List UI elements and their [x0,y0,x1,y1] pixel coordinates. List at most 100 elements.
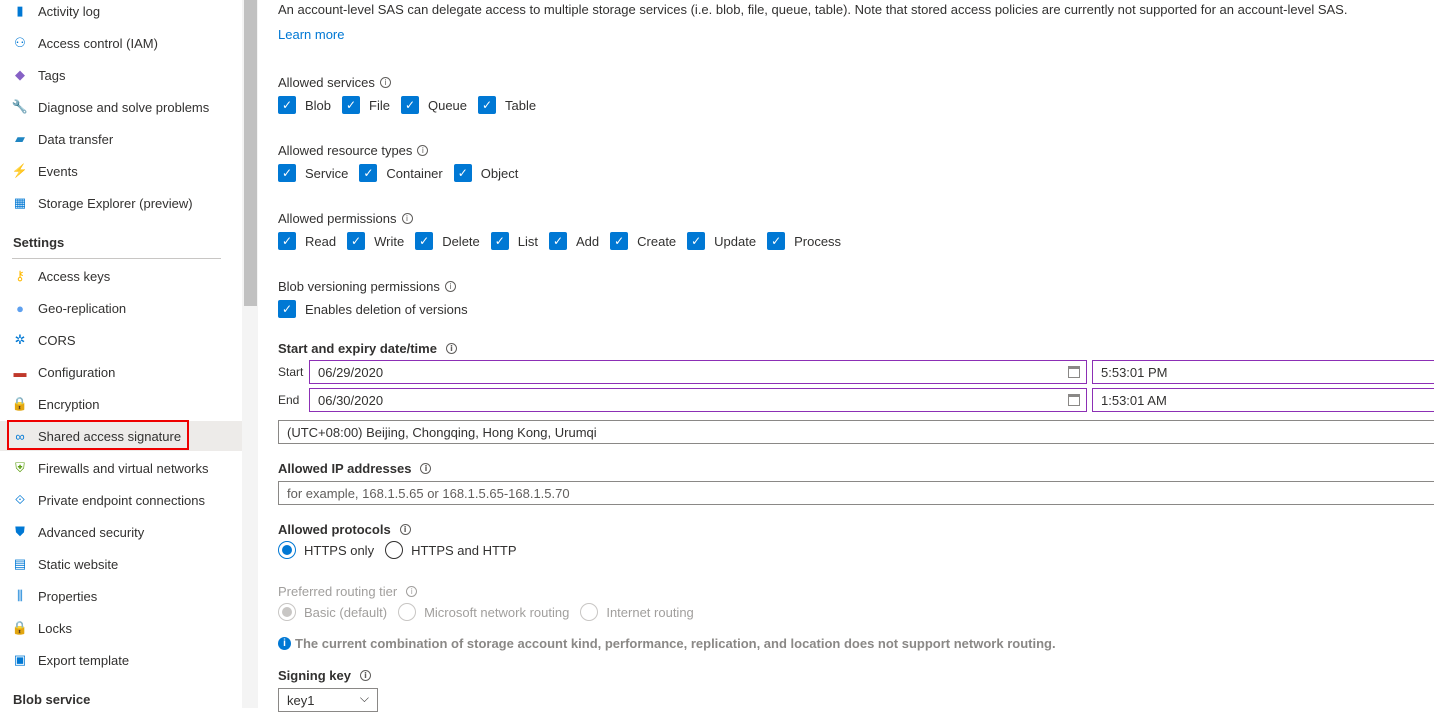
checkbox-enables-deletion-of-versions[interactable]: ✓ Enables deletion of versions [278,300,468,318]
checkbox-add[interactable]: ✓ Add [549,232,599,250]
intro-text: An account-level SAS can delegate access… [278,2,1348,17]
checkbox-table[interactable]: ✓ Table [478,96,536,114]
dates-label: Start and expiry date/time i [278,341,457,356]
checkbox-label: Add [576,233,600,249]
radio-microsoft-routing: Microsoft network routing [398,603,569,621]
info-icon[interactable]: i [399,524,411,535]
checkbox-label: Create [637,233,677,249]
ip-input[interactable]: for example, 168.1.5.65 or 168.1.5.65-16… [278,481,1434,505]
signing-key-dropdown[interactable]: key1 ⌵ [278,688,378,712]
checkmark-icon: ✓ [342,96,361,114]
checkbox-create[interactable]: ✓ Create [610,232,676,250]
checkmark-icon: ✓ [767,232,786,250]
endpoint-icon: ⟐ [14,492,26,507]
checkbox-delete[interactable]: ✓ Delete [415,232,480,250]
sidebar-item-storage-explorer-preview[interactable]: ▦ Storage Explorer (preview) [0,188,242,218]
sidebar-item-cors[interactable]: ✲ CORS [0,325,242,355]
sidebar-item-diagnose-and-solve-problems[interactable]: 🔧 Diagnose and solve problems [0,92,242,122]
export-icon: ▣ [13,652,27,667]
allowed-services-group: ✓ Blob ✓ File ✓ Queue ✓ Table [278,96,547,114]
info-icon[interactable]: i [417,145,429,156]
checkbox-label: Read [305,233,337,249]
sidebar-item-access-keys[interactable]: ⚷ Access keys [0,261,242,291]
info-icon[interactable]: i [420,463,432,474]
checkbox-write[interactable]: ✓ Write [347,232,404,250]
end-time-input[interactable]: 1:53:01 AM [1092,388,1434,412]
sidebar-item-label: Advanced security [38,524,145,540]
sidebar-item-access-control-iam[interactable]: ⚇ Access control (IAM) [0,28,242,58]
sidebar-item-activity-log[interactable]: ▮ Activity log [0,0,242,26]
shield-icon: ⛊ [15,524,25,539]
checkbox-container[interactable]: ✓ Container [359,164,443,182]
sidebar-item-encryption[interactable]: 🔒 Encryption [0,389,242,419]
versioning-label: Blob versioning permissions i [278,279,456,294]
sidebar-item-events[interactable]: ⚡ Events [0,156,242,186]
info-icon[interactable]: i [445,343,457,354]
checkmark-icon: ✓ [278,232,296,250]
lightning-icon: ⚡ [11,163,29,178]
checkmark-icon: ✓ [490,232,509,250]
sidebar-item-locks[interactable]: 🔒 Locks [0,613,242,643]
checkbox-label: Object [480,165,519,181]
scrollbar-thumb[interactable] [244,0,257,306]
wrench-icon: 🔧 [11,99,29,114]
sidebar-item-data-transfer[interactable]: ▰ Data transfer [0,124,242,154]
radio-https-and-http[interactable]: HTTPS and HTTP [385,541,517,559]
sidebar-item-geo-replication[interactable]: ● Geo-replication [0,293,242,323]
checkbox-list[interactable]: ✓ List [490,232,538,250]
sidebar-item-label: Configuration [38,364,116,380]
sidebar-item-label: Data transfer [38,131,114,147]
sidebar-item-static-website[interactable]: ▤ Static website [0,549,242,579]
sidebar-item-export-template[interactable]: ▣ Export template [0,645,242,675]
checkbox-update[interactable]: ✓ Update [687,232,756,250]
checkbox-label: Blob [305,97,332,113]
learn-more-link[interactable]: Learn more [278,27,344,42]
sidebar-item-properties[interactable]: ⫼ Properties [0,581,242,611]
checkbox-process[interactable]: ✓ Process [767,232,841,250]
info-icon[interactable]: i [444,281,456,292]
sidebar-item-advanced-security[interactable]: ⛊ Advanced security [0,517,242,547]
checkbox-blob[interactable]: ✓ Blob [278,96,331,114]
allowed-services-label: Allowed services i [278,75,391,90]
info-icon[interactable]: i [359,670,371,681]
checkbox-queue[interactable]: ✓ Queue [400,96,467,114]
sidebar-item-tags[interactable]: ◆ Tags [0,60,242,90]
sidebar-item-label: Access keys [38,268,111,284]
calendar-icon[interactable] [1068,394,1080,406]
sidebar-item-label: Private endpoint connections [38,492,205,508]
checkmark-icon: ✓ [359,164,378,182]
storage-explorer-icon: ▦ [13,195,27,210]
info-icon[interactable]: i [401,213,413,224]
info-icon[interactable]: i [379,77,391,88]
permissions-label: Allowed permissions i [278,211,413,226]
checkbox-read[interactable]: ✓ Read [278,232,336,250]
checkbox-label: Container [386,165,443,181]
people-icon: ⚇ [14,35,26,50]
checkbox-label: List [517,233,538,249]
sidebar-item-label: Properties [38,588,98,604]
checkbox-label: Enables deletion of versions [305,301,468,317]
calendar-icon[interactable] [1068,366,1080,378]
sidebar-item-configuration[interactable]: ▬ Configuration [0,357,242,387]
sidebar-item-firewalls-and-virtual-networks[interactable]: ⛨ Firewalls and virtual networks [0,453,242,483]
toolbox-icon: ▬ [13,364,27,380]
info-filled-icon: i [278,637,291,650]
checkmark-icon: ✓ [478,96,497,114]
checkbox-file[interactable]: ✓ File [342,96,390,114]
properties-icon: ⫼ [17,588,23,603]
info-icon[interactable]: i [406,586,418,597]
checkbox-label: Table [505,97,537,113]
activity-log-icon: ▮ [16,3,24,18]
end-date-input[interactable]: 06/30/2020 [309,388,1087,412]
radio-https-only[interactable]: HTTPS only [278,541,374,559]
timezone-dropdown[interactable]: (UTC+08:00) Beijing, Chongqing, Hong Kon… [278,420,1434,444]
sidebar-item-label: Static website [38,556,119,572]
start-time-input[interactable]: 5:53:01 PM [1092,360,1434,384]
sidebar-item-private-endpoint-connections[interactable]: ⟐ Private endpoint connections [0,485,242,515]
checkmark-icon: ✓ [453,164,472,182]
checkbox-label: Update [714,233,757,249]
checkbox-label: File [369,97,390,113]
checkbox-object[interactable]: ✓ Object [453,164,519,182]
checkbox-service[interactable]: ✓ Service [278,164,348,182]
start-date-input[interactable]: 06/29/2020 [309,360,1087,384]
